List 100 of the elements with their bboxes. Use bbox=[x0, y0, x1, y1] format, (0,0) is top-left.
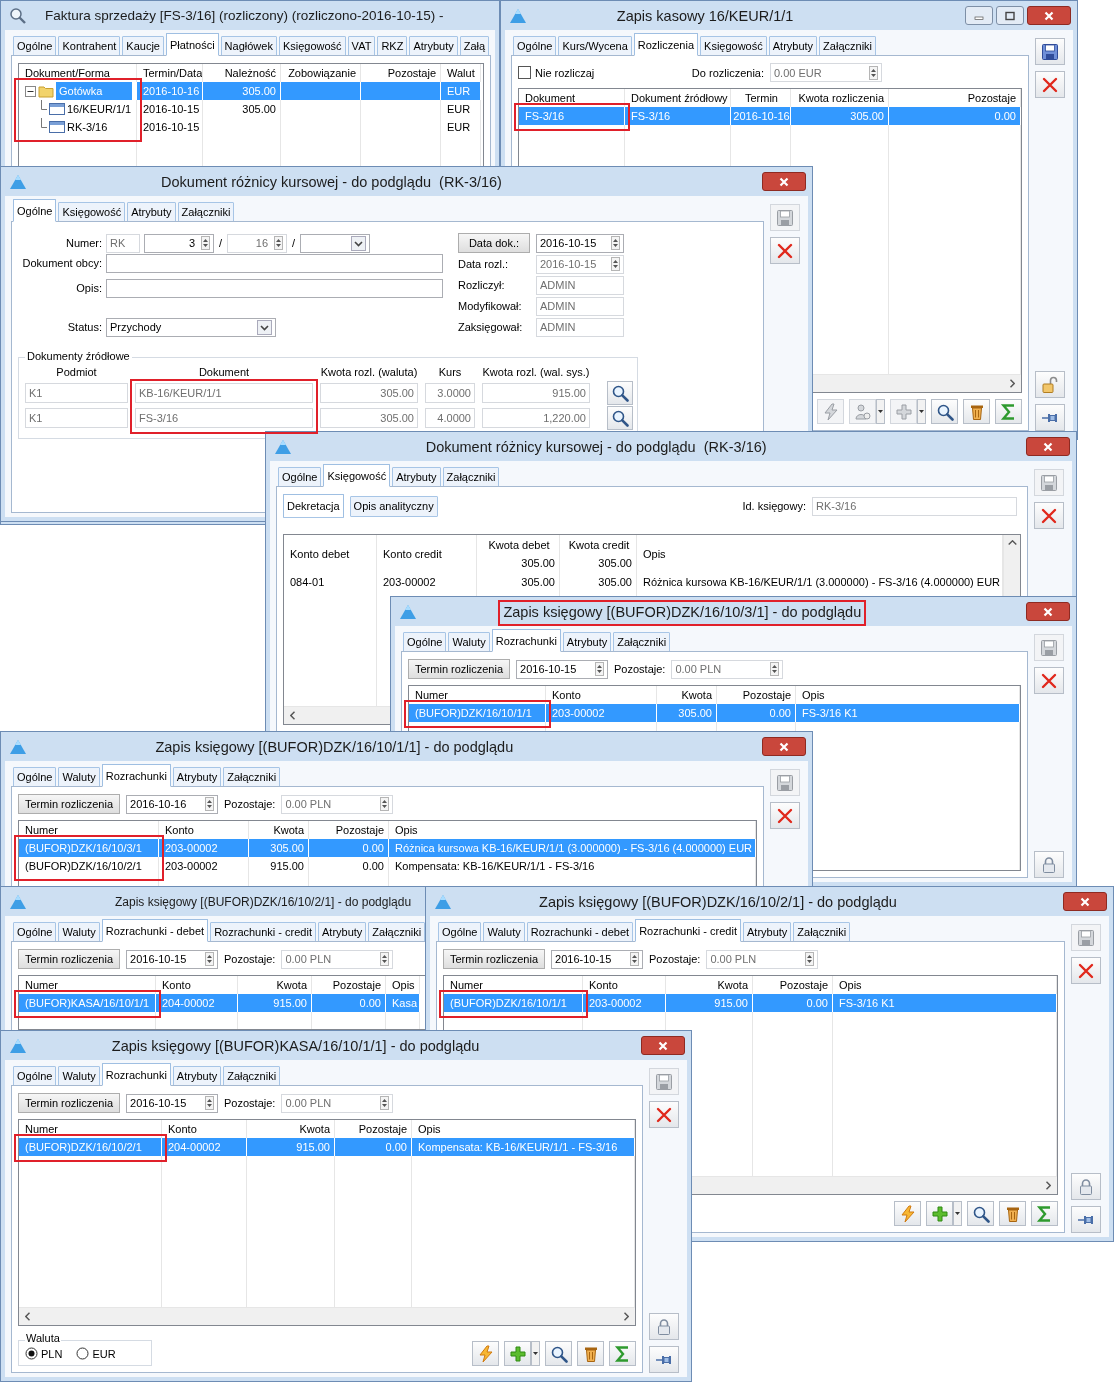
lightning-button[interactable] bbox=[472, 1341, 499, 1366]
checkbox-label[interactable]: Nie rozliczaj bbox=[535, 66, 595, 79]
delete-button[interactable] bbox=[1071, 957, 1101, 984]
sum-button[interactable] bbox=[995, 399, 1022, 424]
column-header[interactable]: Konto credit bbox=[377, 535, 477, 573]
lock-button[interactable] bbox=[1035, 371, 1065, 398]
tab[interactable]: Załączniki bbox=[177, 202, 235, 222]
search-button[interactable] bbox=[967, 1201, 994, 1226]
trash-button[interactable] bbox=[577, 1341, 604, 1366]
amount-field[interactable]: 0.00 EUR bbox=[770, 63, 882, 82]
dropdown-button[interactable] bbox=[531, 1341, 540, 1366]
sum-button[interactable] bbox=[609, 1341, 636, 1366]
tab[interactable]: Kaucje bbox=[122, 36, 164, 56]
tab[interactable]: Rozrachunki - debet bbox=[101, 919, 209, 942]
tab[interactable]: Ogólne bbox=[278, 467, 322, 487]
date-field[interactable]: 2016-10-15 bbox=[536, 233, 624, 253]
delete-button[interactable] bbox=[770, 237, 800, 264]
radio-button[interactable] bbox=[76, 1347, 90, 1360]
tab[interactable]: Rozrachunki bbox=[101, 764, 171, 787]
column-header[interactable]: Kwota credit bbox=[566, 539, 632, 551]
tab[interactable]: RKZ bbox=[377, 36, 408, 56]
tab[interactable]: Atrybuty bbox=[172, 1066, 222, 1086]
tab[interactable]: Rozrachunki bbox=[101, 1063, 171, 1086]
date-field[interactable]: 2016-10-15 bbox=[126, 1093, 219, 1113]
checkbox[interactable] bbox=[518, 66, 531, 79]
tab[interactable]: Atrybuty bbox=[562, 632, 612, 652]
spin-field[interactable]: 3 bbox=[144, 233, 214, 253]
tab[interactable]: Załączniki bbox=[613, 632, 671, 652]
tab[interactable]: Dekretacja bbox=[283, 494, 344, 518]
tab[interactable]: Kurs/Wycena bbox=[558, 36, 632, 56]
tab[interactable]: Waluty bbox=[58, 767, 100, 787]
text-field[interactable]: RK-3/16 bbox=[812, 496, 1017, 516]
add-button[interactable] bbox=[926, 1201, 953, 1226]
search-button[interactable] bbox=[607, 405, 633, 430]
amount-field[interactable]: 0.00 PLN bbox=[706, 949, 819, 969]
text-field[interactable]: 305.00 bbox=[320, 407, 418, 428]
radio-label[interactable]: PLN bbox=[41, 1347, 63, 1360]
close-button[interactable] bbox=[762, 172, 806, 191]
amount-field[interactable]: 0.00 PLN bbox=[281, 1093, 394, 1113]
sum-button[interactable] bbox=[1031, 1201, 1058, 1226]
lightning-button[interactable] bbox=[894, 1201, 921, 1226]
trash-button[interactable] bbox=[999, 1201, 1026, 1226]
pin-button[interactable] bbox=[1071, 1206, 1101, 1233]
tab[interactable]: Atrybuty bbox=[127, 202, 176, 222]
amount-field[interactable]: 0.00 PLN bbox=[281, 949, 394, 969]
tab[interactable]: Rozrachunki - credit bbox=[635, 919, 741, 942]
close-button[interactable] bbox=[1025, 437, 1070, 456]
table-cell[interactable]: 084-01 bbox=[284, 573, 377, 591]
text-field[interactable]: KB-16/KEUR/1/1 bbox=[135, 382, 313, 403]
tab[interactable]: Rozrachunki - debet bbox=[526, 922, 634, 942]
tab[interactable]: Ogólne bbox=[438, 922, 482, 942]
text-field[interactable]: FS-3/16 bbox=[135, 407, 313, 428]
tab[interactable]: Kontrahent bbox=[58, 36, 121, 56]
delete-button[interactable] bbox=[770, 802, 800, 829]
table-cell[interactable]: (BUFOR)DZK/16/10/2/1 bbox=[19, 857, 159, 875]
tab[interactable]: Księgowość bbox=[323, 464, 391, 487]
lock-button[interactable] bbox=[1034, 851, 1064, 878]
tab[interactable]: Atrybuty bbox=[743, 922, 792, 942]
tab[interactable]: Rozrachunki - credit bbox=[210, 922, 316, 942]
close-button[interactable] bbox=[1026, 602, 1070, 621]
text-field[interactable]: 915.00 bbox=[482, 382, 590, 403]
tab[interactable]: Ogólne bbox=[13, 199, 57, 222]
tab[interactable]: Księgowość bbox=[700, 36, 767, 56]
tree-item-label[interactable]: RK-3/16 bbox=[67, 121, 108, 133]
tab[interactable]: Ogólne bbox=[403, 632, 447, 652]
tab[interactable]: Ogólne bbox=[13, 767, 57, 787]
term-button[interactable]: Termin rozliczenia bbox=[443, 949, 546, 969]
lock-button[interactable] bbox=[1071, 1173, 1101, 1200]
term-button[interactable]: Termin rozliczenia bbox=[18, 794, 121, 814]
tab[interactable]: Załączniki bbox=[819, 36, 876, 56]
lock-button[interactable] bbox=[649, 1313, 679, 1340]
text-field[interactable]: 305.00 bbox=[320, 382, 418, 403]
text-field[interactable]: K1 bbox=[25, 382, 128, 403]
tab[interactable]: Waluty bbox=[483, 922, 525, 942]
tab[interactable]: Załączniki bbox=[368, 922, 426, 942]
tab[interactable]: Atrybuty bbox=[172, 767, 222, 787]
tab[interactable]: Księgowość bbox=[278, 36, 346, 56]
tab[interactable]: Waluty bbox=[448, 632, 490, 652]
tab[interactable]: Ogólne bbox=[13, 36, 57, 56]
term-button[interactable]: Termin rozliczenia bbox=[408, 659, 511, 679]
tab[interactable]: Opis analityczny bbox=[349, 495, 438, 517]
date-button[interactable]: Data dok.: bbox=[458, 233, 530, 253]
dropdown-button[interactable] bbox=[953, 1201, 962, 1226]
tab[interactable]: Waluty bbox=[58, 922, 100, 942]
text-field[interactable]: 3.0000 bbox=[425, 382, 475, 403]
date-field[interactable]: 2016-10-15 bbox=[126, 949, 219, 969]
tab[interactable]: Załą bbox=[459, 36, 490, 56]
term-button[interactable]: Termin rozliczenia bbox=[18, 949, 121, 969]
column-header[interactable]: Konto debet bbox=[284, 535, 377, 573]
pin-button[interactable] bbox=[649, 1346, 679, 1373]
text-field[interactable]: K1 bbox=[25, 407, 128, 428]
tab[interactable]: Załączniki bbox=[442, 467, 500, 487]
tab[interactable]: Atrybuty bbox=[409, 36, 458, 56]
close-button[interactable] bbox=[641, 1036, 685, 1055]
column-header[interactable]: Kwota debet bbox=[483, 539, 555, 551]
term-button[interactable]: Termin rozliczenia bbox=[18, 1093, 121, 1113]
delete-button[interactable] bbox=[649, 1101, 679, 1128]
date-field[interactable]: 2016-10-15 bbox=[551, 949, 644, 969]
search-button[interactable] bbox=[607, 380, 633, 405]
tab[interactable]: Rozliczenia bbox=[633, 33, 699, 56]
